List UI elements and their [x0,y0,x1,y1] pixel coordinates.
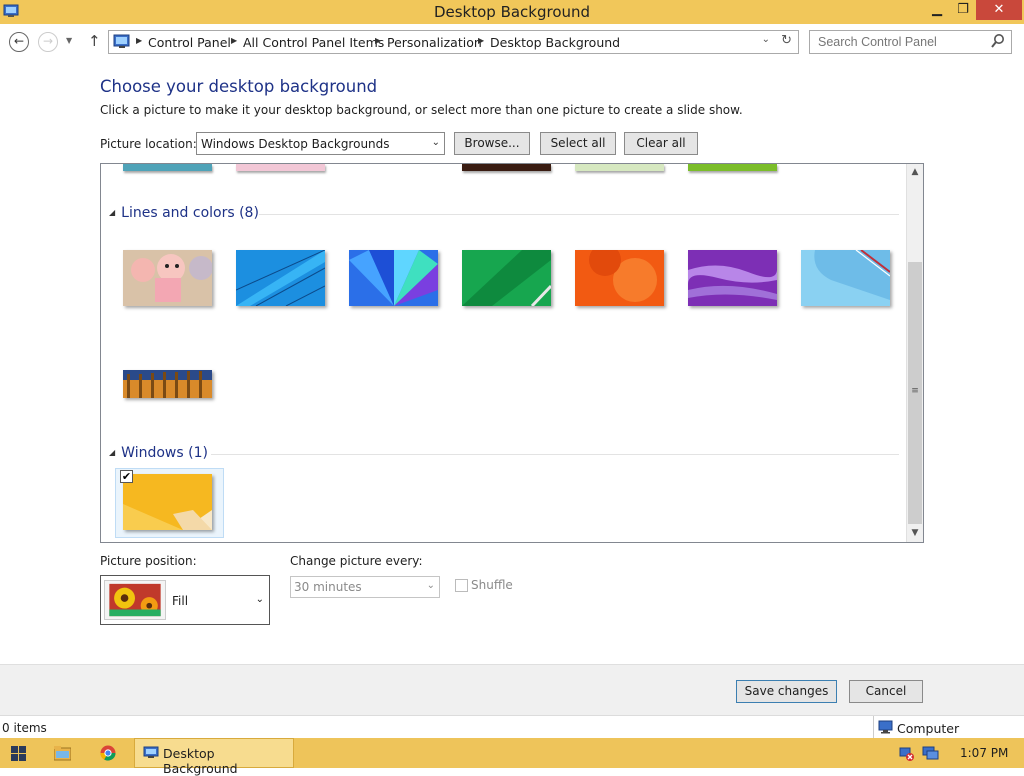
action-center-icon[interactable] [922,746,939,761]
back-button[interactable]: ← [9,32,29,52]
wallpaper-thumbnail-light-blue[interactable] [801,250,890,306]
search-box[interactable] [809,30,1012,54]
window-title: Desktop Background [433,3,591,21]
wallpaper-thumbnail-fence[interactable] [123,370,212,398]
address-history-dropdown[interactable]: ⌄ [762,34,770,45]
address-bar[interactable]: ▶ Control Panel ▶ All Control Panel Item… [108,30,799,54]
browse-button[interactable]: Browse... [454,132,530,155]
picture-location-label: Picture location: [100,137,197,151]
file-explorer-icon[interactable] [54,745,71,761]
recent-locations-dropdown[interactable]: ▼ [66,36,72,45]
wallpaper-thumbnail[interactable] [123,164,212,171]
network-warning-icon[interactable] [898,746,914,761]
gallery-scrollbar[interactable]: ▲ ≡ ▼ [906,164,923,542]
picture-position-value: Fill [172,594,189,608]
scroll-down-arrow-icon[interactable]: ▼ [907,525,923,542]
maximize-button[interactable]: ❐ [950,0,976,20]
picture-position-label: Picture position: [100,554,197,568]
group-divider [211,454,899,455]
taskbar-item-label: Desktop Background [163,746,238,776]
control-panel-icon [113,34,130,48]
status-item-count: 0 items [2,721,47,735]
save-changes-button[interactable]: Save changes [736,680,837,703]
chevron-down-icon: ⌄ [431,137,440,148]
breadcrumb-separator-icon[interactable]: ▶ [136,36,142,45]
wallpaper-thumbnail-orange[interactable] [575,250,664,306]
collapse-icon[interactable]: ◢ [109,208,115,217]
refresh-icon[interactable]: ↻ [781,33,792,48]
breadcrumb-separator-icon[interactable]: ▶ [231,36,237,45]
wallpaper-thumbnail-purple[interactable] [688,250,777,306]
breadcrumb-separator-icon[interactable]: ▶ [375,36,381,45]
search-icon[interactable] [990,33,1005,50]
group-header-windows[interactable]: ◢ Windows (1) [109,445,208,461]
wallpaper-thumbnail-cartoon[interactable] [123,250,212,306]
taskbar-item-desktop-background[interactable]: Desktop Background [134,738,294,776]
picture-location-select[interactable]: Windows Desktop Backgrounds ⌄ [196,132,445,155]
breadcrumb-separator-icon[interactable]: ▶ [478,36,484,45]
change-interval-value: 30 minutes [294,580,362,594]
chrome-icon[interactable] [100,745,116,761]
change-picture-interval-select[interactable]: 30 minutes ⌄ [290,576,440,598]
search-input[interactable] [810,31,985,53]
breadcrumb-control-panel[interactable]: Control Panel [148,35,231,50]
page-title: Choose your desktop background [100,77,378,96]
wallpaper-thumbnail-windows[interactable] [123,474,212,530]
scroll-grip-icon: ≡ [911,386,919,396]
clear-all-button[interactable]: Clear all [624,132,698,155]
wallpaper-thumbnail-blue-fan[interactable] [349,250,438,306]
close-button[interactable]: ✕ [976,0,1022,20]
cancel-button[interactable]: Cancel [849,680,923,703]
shuffle-label: Shuffle [471,578,513,592]
wallpaper-thumbnail[interactable] [688,164,777,171]
group-header-lines-and-colors[interactable]: ◢ Lines and colors (8) [109,205,259,221]
computer-icon [878,720,893,734]
sunflower-preview-icon [104,580,166,620]
wallpaper-thumbnail[interactable] [575,164,664,171]
chevron-down-icon: ⌄ [255,594,264,605]
status-divider [873,716,874,738]
picture-position-select[interactable]: Fill ⌄ [100,575,270,625]
wallpaper-thumbnail[interactable] [462,164,551,171]
navigation-bar: ← → ▼ ↑ ▶ Control Panel ▶ All Control Pa… [0,24,1024,60]
group-divider [259,214,899,215]
page-description: Click a picture to make it your desktop … [100,103,743,117]
control-panel-icon [143,746,159,758]
breadcrumb-all-items[interactable]: All Control Panel Items [243,35,384,50]
change-picture-label: Change picture every: [290,554,423,568]
taskbar-clock[interactable]: 1:07 PM [960,746,1008,760]
status-bar: 0 items Computer [0,715,1024,738]
scroll-up-arrow-icon[interactable]: ▲ [907,164,923,181]
group-label: Windows (1) [121,445,208,461]
start-windows-icon[interactable] [11,746,26,761]
select-all-button[interactable]: Select all [540,132,616,155]
picture-location-value: Windows Desktop Backgrounds [201,137,390,151]
wallpaper-thumbnail-green[interactable] [462,250,551,306]
dialog-footer: Save changes Cancel [0,664,1024,715]
breadcrumb-desktop-background[interactable]: Desktop Background [490,35,620,50]
status-location: Computer [897,721,960,736]
wallpaper-thumbnail[interactable] [236,164,325,171]
shuffle-checkbox[interactable] [455,579,468,592]
forward-button[interactable]: → [38,32,58,52]
collapse-icon[interactable]: ◢ [109,448,115,457]
title-bar: Desktop Background ▁ ❐ ✕ [0,0,1024,24]
group-label: Lines and colors (8) [121,205,259,221]
breadcrumb-personalization[interactable]: Personalization [387,35,482,50]
scrollbar-thumb[interactable]: ≡ [908,262,922,524]
thumbnail-checkbox[interactable]: ✔ [120,470,133,483]
wallpaper-thumbnail-blue-lines[interactable] [236,250,325,306]
background-gallery[interactable]: ◢ Lines and colors (8) ◢ Windows (1) ✔ ▲… [100,163,924,543]
minimize-button[interactable]: ▁ [924,0,950,20]
taskbar: Desktop Background 1:07 PM [0,738,1024,776]
chevron-down-icon: ⌄ [426,580,435,591]
up-button[interactable]: ↑ [88,32,101,50]
